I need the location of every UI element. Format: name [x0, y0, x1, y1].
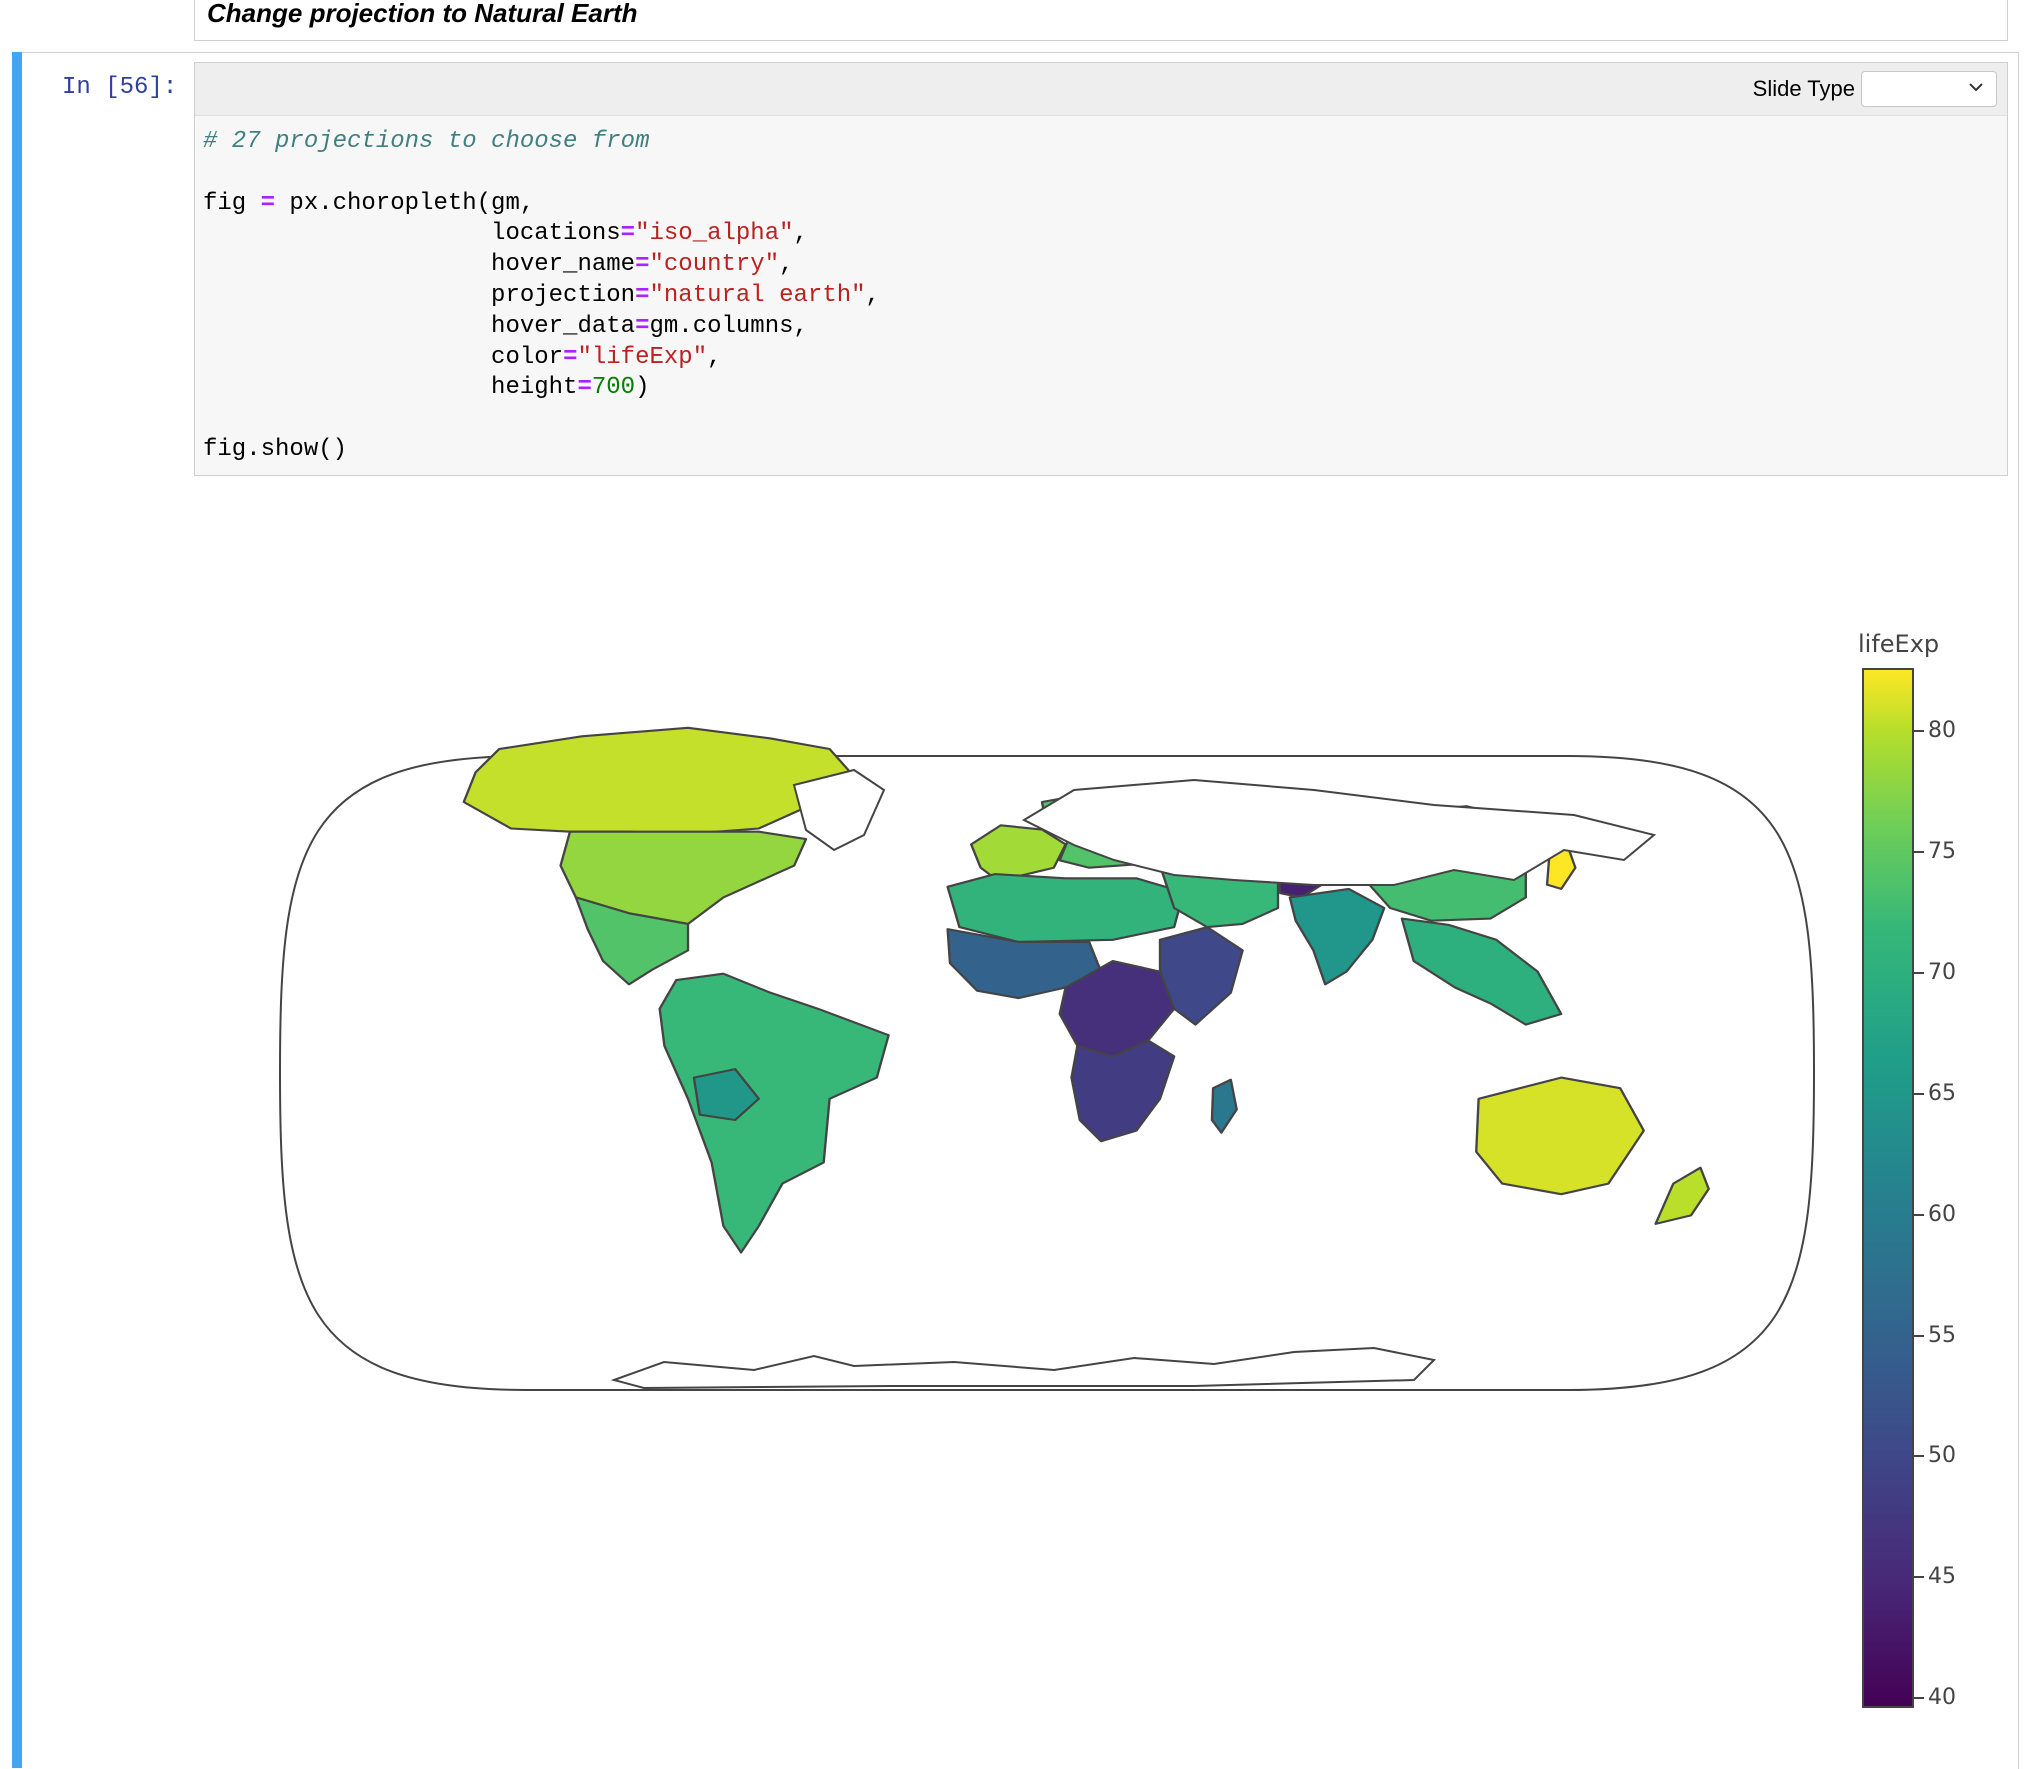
colorbar-tick-label: 70	[1928, 959, 1956, 985]
code-token: )	[635, 374, 650, 402]
colorbar-tick-label: 50	[1928, 1443, 1956, 1469]
colorbar	[1862, 668, 1914, 1708]
code-editor[interactable]: # 27 projections to choose from fig = px…	[203, 127, 880, 466]
colorbar-tick-label: 45	[1928, 1564, 1956, 1590]
cell-toolbar: Slide Type	[195, 63, 2007, 116]
code-token: color	[491, 343, 564, 371]
colorbar-tick-mark	[1914, 1334, 1924, 1337]
colorbar-tick-label: 40	[1928, 1685, 1956, 1711]
colorbar-tick-label: 75	[1928, 838, 1956, 864]
colorbar-tick-mark	[1914, 1697, 1924, 1700]
code-token: ,	[707, 343, 722, 371]
code-token: hover_name	[491, 251, 636, 279]
code-token: fig	[203, 189, 261, 217]
code-token: ,	[779, 251, 794, 279]
colorbar-tick-mark	[1914, 971, 1924, 974]
code-token: gm.columns,	[649, 312, 808, 340]
code-token: ,	[793, 220, 808, 248]
colorbar-tick-mark	[1914, 850, 1924, 853]
code-token: hover_data	[491, 312, 636, 340]
markdown-heading: Change projection to Natural Earth	[207, 0, 638, 28]
markdown-cell[interactable]: Change projection to Natural Earth	[194, 0, 2008, 41]
colorbar-tick-label: 55	[1928, 1322, 1956, 1348]
code-token: projection	[491, 281, 636, 309]
code-token: ,	[865, 281, 880, 309]
code-token: height	[491, 374, 578, 402]
code-operator: =	[260, 189, 276, 217]
colorbar-tick-label: 80	[1928, 717, 1956, 743]
code-token: fig.show()	[203, 435, 348, 463]
code-operator: =	[635, 251, 650, 279]
selected-cell-indicator	[12, 52, 22, 1768]
code-comment: # 27 projections to choose from	[203, 128, 650, 155]
code-operator: =	[577, 374, 592, 402]
code-token: locations	[491, 220, 621, 248]
code-string: "natural earth"	[649, 281, 866, 309]
colorbar-tick-mark	[1914, 1092, 1924, 1095]
colorbar-tick-label: 65	[1928, 1080, 1956, 1106]
colorbar-tick-mark	[1914, 1455, 1924, 1458]
colorbar-tick-mark	[1914, 1213, 1924, 1216]
code-token: px.choropleth(gm,	[275, 189, 535, 217]
chevron-down-icon	[1969, 83, 1983, 92]
input-prompt: In [56]:	[62, 74, 178, 101]
colorbar-tick-label: 60	[1928, 1201, 1956, 1227]
code-operator: =	[635, 312, 650, 340]
choropleth-map[interactable]	[194, 490, 2030, 1768]
code-input-area[interactable]: Slide Type # 27 projections to choose fr…	[194, 62, 2008, 476]
colorbar-title: lifeExp	[1858, 630, 1940, 658]
code-string: "lifeExp"	[577, 343, 708, 371]
code-number: 700	[591, 374, 636, 402]
code-string: "country"	[649, 251, 780, 279]
code-operator: =	[620, 220, 636, 248]
country-region-north-africa[interactable]	[946, 873, 1185, 943]
code-string: "iso_alpha"	[635, 220, 794, 248]
slide-type-select[interactable]	[1861, 71, 1997, 107]
slide-type-label: Slide Type	[1752, 76, 1855, 101]
colorbar-tick-mark	[1914, 1576, 1924, 1579]
cell-output: lifeExp 80 75 70 65 60 55 50 45 40	[194, 490, 2030, 1768]
code-operator: =	[635, 281, 650, 309]
colorbar-tick-mark	[1914, 729, 1924, 732]
code-operator: =	[563, 343, 578, 371]
